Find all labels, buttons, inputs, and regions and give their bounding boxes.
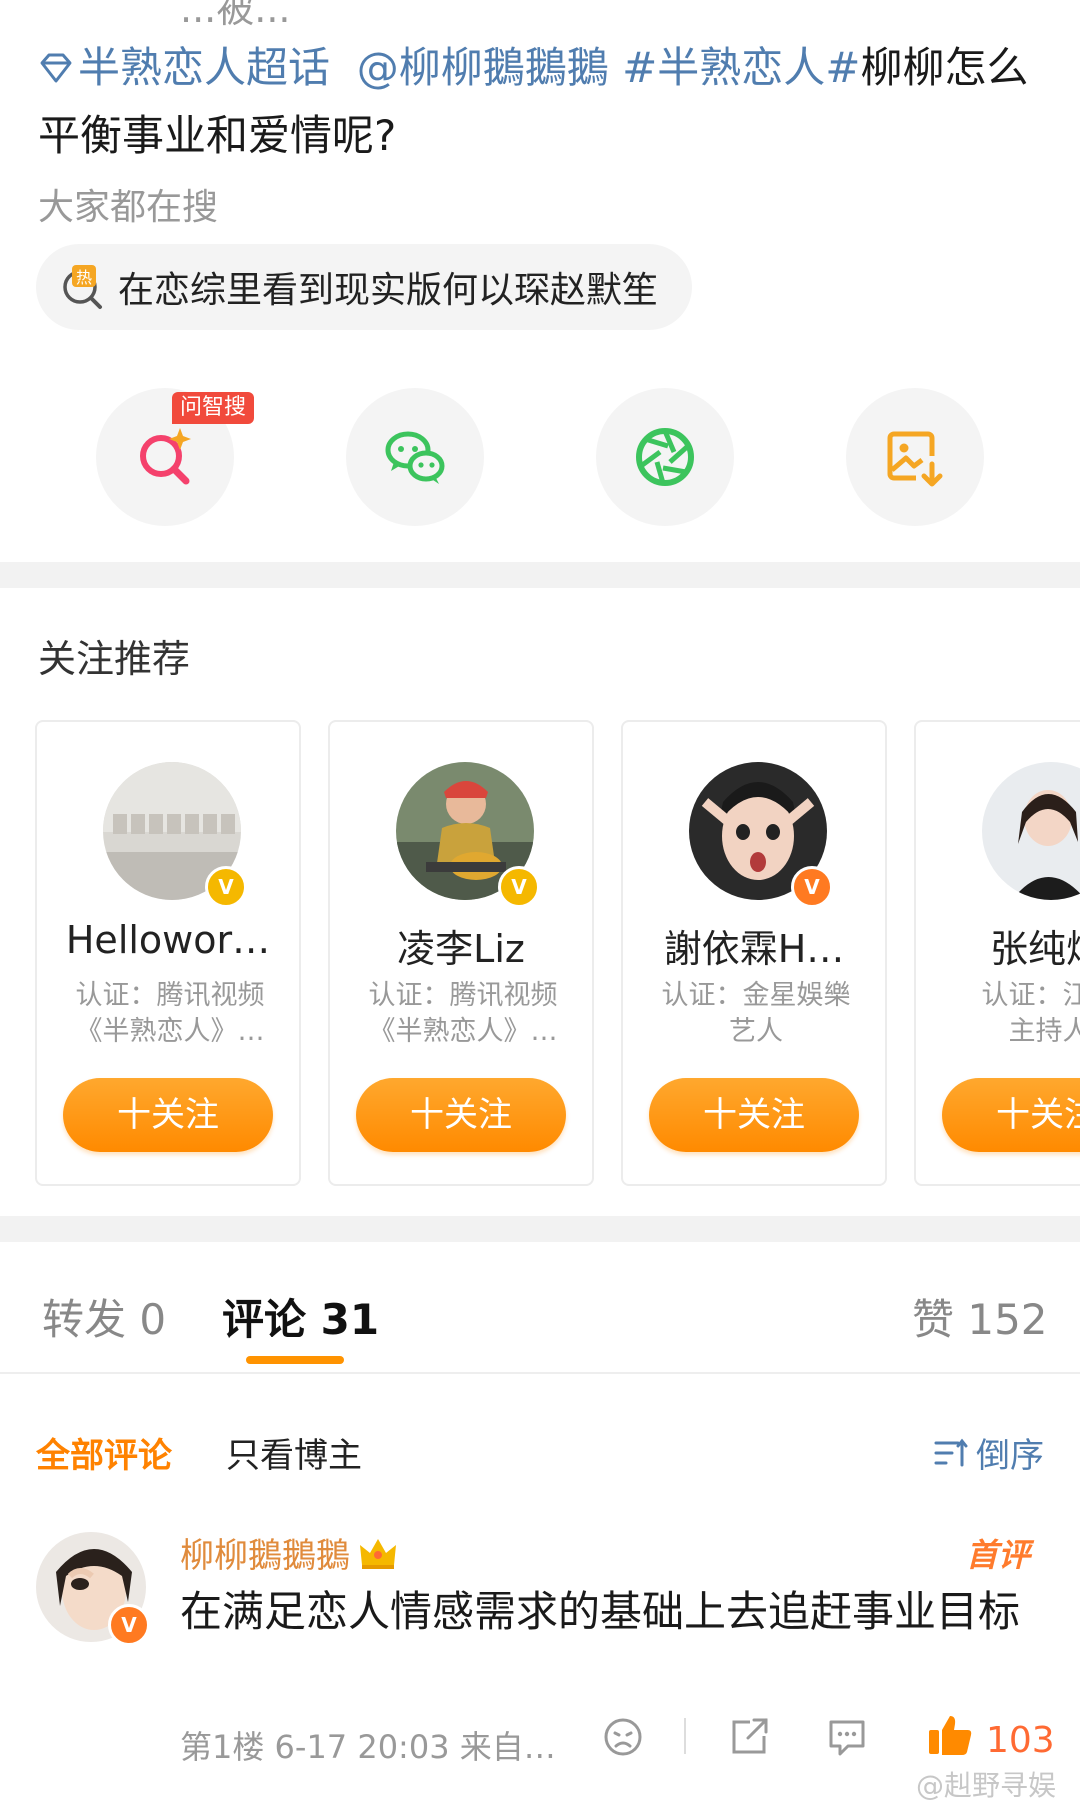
watermark: @赳野寻娱 (916, 1769, 1057, 1802)
hashtag-link[interactable]: #半熟恋人# (622, 43, 860, 92)
avatar[interactable] (982, 762, 1080, 900)
comment-meta: 第1楼 6-17 20:03 来自… (180, 1728, 556, 1766)
comment-author[interactable]: 柳柳鵝鵝鵝 (180, 1528, 398, 1577)
hot-search-query: 在恋综里看到现实版何以琛赵默笙 (118, 270, 659, 311)
follow-button[interactable]: 十关注 (942, 1078, 1080, 1152)
everyone-search-label: 大家都在搜 (38, 187, 219, 228)
recommend-card[interactable]: V 张纯烨 认证：江苏 主持人 十关注 (914, 720, 1080, 1186)
recommend-card[interactable]: V 謝依霖H… 认证：金星娛樂 艺人 十关注 (621, 720, 887, 1186)
card-name: 謝依霖H… (663, 927, 845, 971)
recommend-card-clip: V 张纯烨 认证：江苏 主持人 十关注 (914, 720, 1080, 1186)
first-comment-badge: 首评 (966, 1536, 1031, 1574)
crown-icon (360, 1538, 396, 1569)
follow-button[interactable]: 十关注 (356, 1078, 566, 1152)
tab-repost[interactable]: 转发 0 (42, 1286, 166, 1347)
card-name: 张纯烨 (989, 927, 1080, 971)
action-divider (684, 1718, 686, 1754)
save-image-button[interactable] (846, 388, 984, 526)
verified-badge-icon: V (498, 866, 540, 908)
verified-badge-icon: V (791, 866, 833, 908)
post-body: 半熟恋人超话 @柳柳鵝鵝鵝 #半熟恋人#柳柳怎么 平衡事业和爱情呢? (38, 34, 1048, 170)
comment-author-name: 柳柳鵝鵝鵝 (180, 1536, 350, 1576)
hot-badge-text: 热 (76, 268, 92, 287)
tab-like[interactable]: 赞 152 (912, 1286, 1048, 1347)
ai-search-tag: 问智搜 (172, 392, 255, 424)
recommend-card[interactable]: V 凌李Liz 认证：腾讯视频 《半熟恋人》… 十关注 (328, 720, 594, 1186)
share-icon[interactable] (728, 1716, 770, 1758)
verified-badge-icon: V (205, 866, 247, 908)
mention-link[interactable]: @柳柳鵝鵝鵝 (357, 43, 609, 92)
card-cert: 认证：金星娛樂 (661, 980, 851, 1011)
wechat-icon (385, 431, 445, 484)
diamond-icon (40, 53, 72, 83)
section-divider (0, 1216, 1080, 1242)
filter-all-comments[interactable]: 全部评论 (36, 1428, 172, 1477)
card-cert: 认证：江苏 (981, 980, 1080, 1011)
follow-button[interactable]: 十关注 (63, 1078, 273, 1152)
hot-search-icon: 热 (63, 265, 102, 309)
card-cert: 认证：腾讯视频 (368, 980, 558, 1011)
card-cert-line2: 主持人 (1008, 1016, 1080, 1047)
card-cert-line2: 《半熟恋人》… (75, 1016, 265, 1047)
reply-icon[interactable] (826, 1716, 868, 1758)
comment-text: 在满足恋人情感需求的基础上去追赶事业目标 (180, 1587, 1021, 1636)
save-image-icon (887, 431, 943, 487)
supertopic-link[interactable]: 半熟恋人超话 (38, 43, 330, 92)
verified-badge-icon: V (108, 1604, 150, 1646)
emoji-react-icon[interactable] (602, 1716, 644, 1758)
cut-off-text: ...被... (180, 0, 291, 31)
follow-button[interactable]: 十关注 (649, 1078, 859, 1152)
like-icon[interactable] (926, 1712, 974, 1758)
card-cert-line2: 艺人 (729, 1016, 783, 1047)
like-count: 103 (986, 1720, 1055, 1761)
filter-owner-only[interactable]: 只看博主 (226, 1428, 362, 1477)
active-tab-indicator (246, 1356, 344, 1364)
moments-icon (636, 428, 694, 486)
supertopic-label: 半熟恋人超话 (78, 43, 331, 92)
card-name: Hellowor… (65, 918, 271, 962)
recommend-title: 关注推荐 (38, 637, 191, 681)
recommend-card[interactable]: V Hellowor… 认证：腾讯视频 《半熟恋人》… 十关注 (35, 720, 301, 1186)
card-cert-line2: 《半熟恋人》… (368, 1016, 558, 1047)
moments-share-button[interactable] (596, 388, 734, 526)
sort-icon (934, 1438, 968, 1466)
tab-comment[interactable]: 评论 31 (222, 1286, 379, 1347)
wechat-share-button[interactable] (346, 388, 484, 526)
post-text: 柳柳怎么 (860, 43, 1029, 92)
card-name: 凌李Liz (397, 927, 525, 971)
post-text-line2: 平衡事业和爱情呢? (38, 111, 397, 160)
sort-label: 倒序 (976, 1436, 1044, 1476)
card-cert: 认证：腾讯视频 (75, 980, 265, 1011)
tab-divider (0, 1372, 1080, 1374)
ai-search-icon (140, 428, 191, 485)
hot-search-chip[interactable]: 热 在恋综里看到现实版何以琛赵默笙 (36, 244, 693, 330)
section-divider (0, 562, 1080, 588)
sort-toggle[interactable]: 倒序 (934, 1428, 1044, 1477)
